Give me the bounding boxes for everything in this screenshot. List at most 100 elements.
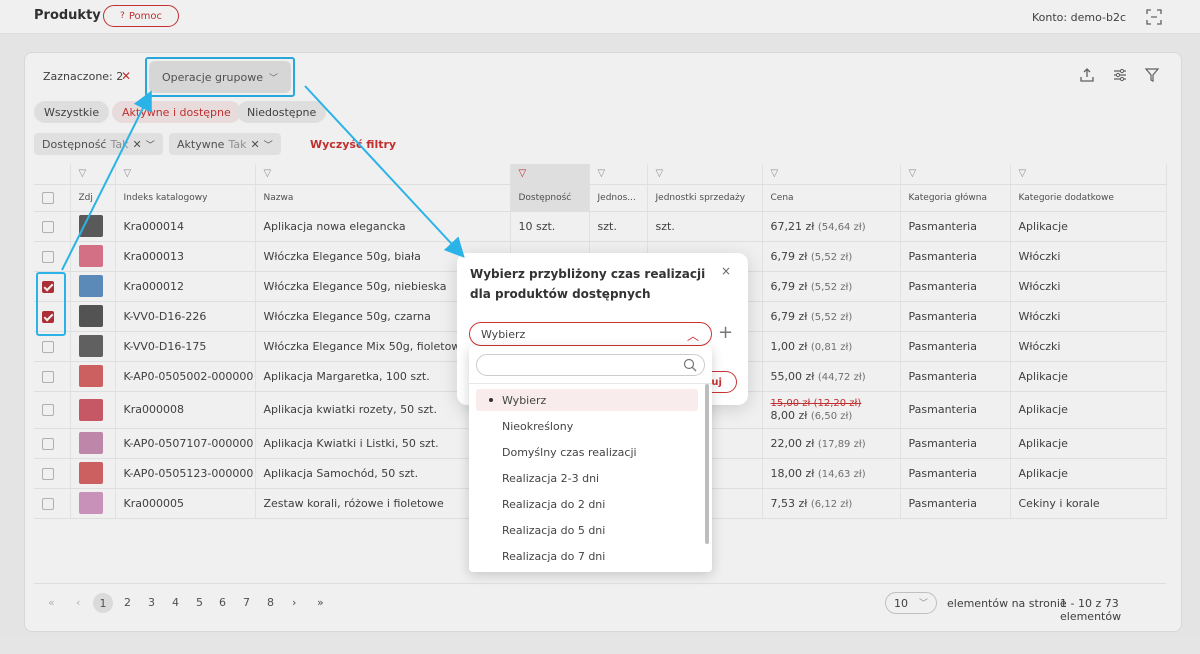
extra-categories: Aplikacje	[1010, 361, 1167, 392]
column-header[interactable]: Zdj	[70, 184, 116, 212]
price: 67,21 zł	[770, 219, 815, 233]
filter-icon[interactable]: ▽	[589, 164, 648, 185]
search-icon	[683, 358, 697, 372]
chevron-down-icon[interactable]: ﹀	[264, 138, 273, 151]
filter-chip-active[interactable]: Aktywne Tak ✕ ﹀	[169, 133, 281, 155]
filter-icon[interactable]: ▽	[762, 164, 901, 185]
catalog-index: K-VV0-D16-175	[115, 331, 256, 362]
page-button[interactable]: 7	[243, 596, 250, 609]
row-checkbox[interactable]	[42, 497, 54, 510]
dropdown-option[interactable]: Domyślny czas realizacji	[476, 441, 698, 463]
dropdown-option[interactable]: Realizacja 2-3 dni	[476, 467, 698, 489]
column-header[interactable]: Indeks katalogowy	[115, 184, 256, 212]
chevron-down-icon: ﹀	[918, 599, 928, 609]
page-button[interactable]: 4	[172, 596, 179, 609]
product-thumbnail	[78, 365, 103, 387]
close-icon[interactable]: ×	[721, 264, 731, 278]
column-header[interactable]: Dostępność	[510, 184, 590, 212]
next-page-button[interactable]: ›	[292, 596, 296, 609]
page-button[interactable]: 3	[148, 596, 155, 609]
lead-time-select[interactable]: Wybierz ︿	[469, 322, 712, 346]
page-button[interactable]: 5	[196, 596, 203, 609]
option-label: Realizacja do 5 dni	[502, 523, 606, 537]
clear-filters-link[interactable]: Wyczyść filtry	[310, 138, 396, 151]
filter-value: Tak	[228, 137, 247, 151]
last-page-button[interactable]: »	[317, 596, 324, 609]
column-header[interactable]: Kategoria główna	[900, 184, 1011, 212]
page-button[interactable]: 2	[124, 596, 131, 609]
extra-categories: Włóczki	[1010, 241, 1167, 272]
tab-active-available[interactable]: Aktywne i dostępne	[112, 101, 241, 123]
page-button[interactable]: 1	[93, 593, 113, 613]
row-checkbox[interactable]	[42, 370, 54, 383]
filter-row: ▽ ▽ ▽ ▽ ▽ ▽ ▽ ▽ ▽	[34, 164, 1167, 185]
main-category: Pasmanteria	[900, 331, 1011, 362]
export-icon[interactable]	[1079, 67, 1095, 83]
column-header[interactable]: Jednostki sprzedaży	[647, 184, 763, 212]
product-thumbnail	[78, 432, 103, 454]
close-icon[interactable]: ✕	[133, 138, 142, 151]
table-row[interactable]: Kra000014 Aplikacja nowa elegancka 10 sz…	[34, 211, 1167, 242]
filter-icon[interactable]: ▽	[70, 164, 116, 185]
filter-icon[interactable]	[1144, 67, 1160, 83]
filter-icon[interactable]: ▽	[510, 164, 590, 185]
filter-chip-availability[interactable]: Dostępność Tak ✕ ﹀	[34, 133, 163, 155]
dropdown-scrollbar[interactable]	[705, 384, 709, 544]
column-header[interactable]: Nazwa	[255, 184, 511, 212]
column-header[interactable]: Jednos...	[589, 184, 648, 212]
close-icon[interactable]: ✕	[250, 138, 259, 151]
extra-categories: Aplikacje	[1010, 428, 1167, 459]
dropdown-option[interactable]: Realizacja do 5 dni	[476, 519, 698, 541]
dropdown-option[interactable]: Realizacja do 2 dni	[476, 493, 698, 515]
filter-icon[interactable]: ▽	[1010, 164, 1167, 185]
first-page-button[interactable]: «	[48, 596, 55, 609]
row-checkbox[interactable]	[42, 250, 54, 263]
dropdown-option[interactable]: Wybierz	[476, 389, 698, 411]
chevron-down-icon[interactable]: ﹀	[146, 138, 155, 151]
catalog-index: K-VV0-D16-226	[115, 301, 256, 332]
column-header[interactable]: Kategorie dodatkowe	[1010, 184, 1167, 212]
extra-categories: Aplikacje	[1010, 458, 1167, 489]
filter-icon[interactable]: ▽	[647, 164, 763, 185]
tab-unavailable[interactable]: Niedostępne	[237, 101, 327, 123]
modal-title: Wybierz przybliżony czas realizacji dla …	[470, 267, 706, 301]
main-category: Pasmanteria	[900, 458, 1011, 489]
row-checkbox[interactable]	[42, 467, 54, 480]
option-label: Realizacja 2-3 dni	[502, 471, 600, 485]
price: 55,00 zł	[770, 369, 815, 383]
filter-icon[interactable]: ▽	[900, 164, 1011, 185]
clear-selection-button[interactable]: ✕	[121, 69, 131, 83]
row-checkbox[interactable]	[42, 437, 54, 450]
column-header[interactable]: Cena	[762, 184, 901, 212]
help-button[interactable]: ? Pomoc	[103, 5, 179, 27]
price: 6,79 zł	[770, 279, 808, 293]
dropdown-search-input[interactable]	[476, 354, 705, 376]
select-all-checkbox[interactable]	[42, 191, 54, 204]
product-thumbnail	[78, 245, 103, 267]
page-button[interactable]: 6	[219, 596, 226, 609]
tab-all[interactable]: Wszystkie	[34, 101, 110, 123]
filter-icon[interactable]: ▽	[115, 164, 256, 185]
prev-page-button[interactable]: ‹	[76, 596, 80, 609]
price-net: (5,52 zł)	[810, 311, 853, 323]
sales-unit: szt.	[647, 211, 763, 242]
per-page-select[interactable]: 10 ﹀	[885, 592, 937, 614]
dropdown-option[interactable]: Realizacja do 7 dni	[476, 545, 698, 567]
product-name-link[interactable]: Aplikacja nowa elegancka	[255, 211, 511, 242]
fullscreen-icon[interactable]	[1146, 9, 1162, 25]
product-thumbnail	[78, 275, 103, 297]
add-icon[interactable]: +	[718, 323, 733, 343]
row-checkbox[interactable]	[42, 404, 54, 416]
filter-label: Aktywne	[177, 137, 225, 151]
main-category: Pasmanteria	[900, 301, 1011, 332]
settings-sliders-icon[interactable]	[1112, 67, 1128, 83]
catalog-index: Kra000014	[115, 211, 256, 242]
price: 8,00 zł	[770, 408, 808, 422]
row-checkbox[interactable]	[42, 220, 54, 233]
filter-icon[interactable]: ▽	[255, 164, 511, 185]
catalog-index: K-AP0-0505123-000000	[115, 458, 256, 489]
page-button[interactable]: 8	[267, 596, 274, 609]
row-checkbox[interactable]	[42, 340, 54, 353]
dropdown-option[interactable]: Nieokreślony	[476, 415, 698, 437]
product-thumbnail	[78, 305, 103, 327]
